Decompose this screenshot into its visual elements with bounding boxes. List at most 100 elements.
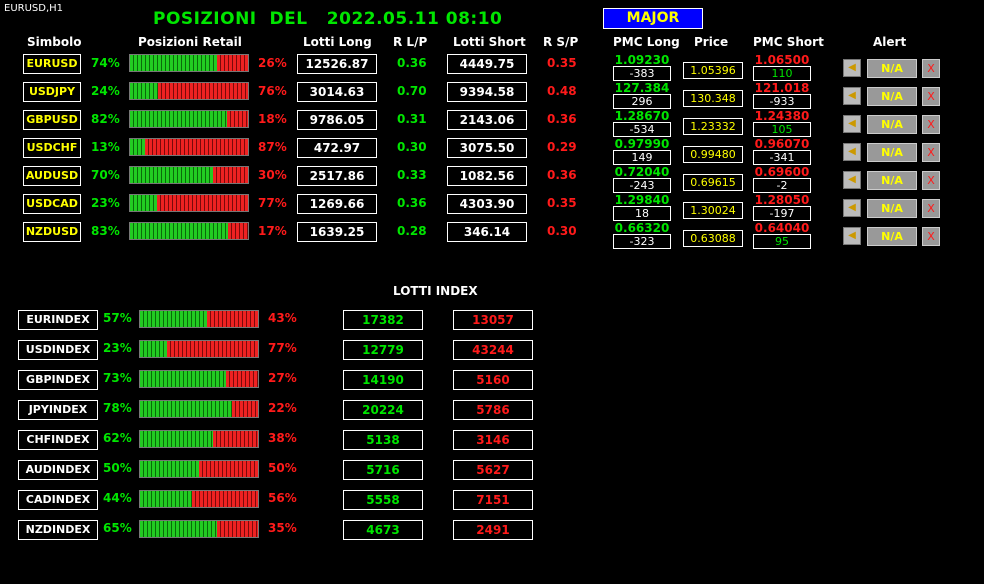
alert-button[interactable]: N/A [867,227,917,246]
symbol-button[interactable]: USDCHF [23,138,81,158]
pmc-long-pips: -323 [613,234,671,249]
pmc-short-pips: -933 [753,94,811,109]
megaphone-icon[interactable]: ◀ [843,59,861,77]
r-sp-value: 0.29 [547,140,577,154]
r-lp-value: 0.70 [397,84,427,98]
long-fill [130,55,218,71]
close-icon[interactable]: X [922,171,940,190]
pmc-short-pips: -2 [753,178,811,193]
index-lotti-short: 7151 [453,490,533,510]
short-fill [191,491,258,507]
lotti-long-value: 9786.05 [297,110,377,130]
index-long-percent: 73% [103,371,132,385]
megaphone-icon[interactable]: ◀ [843,143,861,161]
index-button[interactable]: EURINDEX [18,310,98,330]
close-icon[interactable]: X [922,199,940,218]
alert-button[interactable]: N/A [867,199,917,218]
symbol-button[interactable]: NZDUSD [23,222,81,242]
index-ratio-bar [139,430,259,448]
long-fill [140,491,192,507]
index-lotti-short: 43244 [453,340,533,360]
pmc-short-value: 121.018 [754,81,810,95]
r-sp-value: 0.35 [547,196,577,210]
index-lotti-short: 5627 [453,460,533,480]
price-value: 1.05396 [683,62,743,79]
index-lotti-long: 12779 [343,340,423,360]
index-lotti-long: 4673 [343,520,423,540]
lotti-short-value: 9394.58 [447,82,527,102]
pmc-short-value: 1.28050 [754,193,810,207]
short-percent: 26% [258,56,287,70]
symbol-button[interactable]: GBPUSD [23,110,81,130]
close-icon[interactable]: X [922,59,940,78]
index-long-percent: 23% [103,341,132,355]
header-lotti-long: Lotti Long [303,35,372,49]
lotti-short-value: 3075.50 [447,138,527,158]
major-button[interactable]: MAJOR [603,8,703,29]
r-sp-value: 0.36 [547,168,577,182]
r-sp-value: 0.36 [547,112,577,126]
short-fill [157,195,248,211]
index-button[interactable]: GBPINDEX [18,370,98,390]
long-fill [140,371,227,387]
window-label: EURUSD,H1 [4,3,64,14]
close-icon[interactable]: X [922,87,940,106]
header-price: Price [694,35,729,49]
short-fill [213,431,258,447]
header-pmc-short: PMC Short [753,35,824,49]
megaphone-icon[interactable]: ◀ [843,87,861,105]
lotti-short-value: 4449.75 [447,54,527,74]
close-icon[interactable]: X [922,143,940,162]
short-fill [199,461,258,477]
megaphone-icon[interactable]: ◀ [843,227,861,245]
index-ratio-bar [139,310,259,328]
lotti-short-value: 4303.90 [447,194,527,214]
long-fill [140,461,199,477]
index-button[interactable]: AUDINDEX [18,460,98,480]
long-percent: 13% [91,140,120,154]
index-button[interactable]: NZDINDEX [18,520,98,540]
index-lotti-long: 5716 [343,460,423,480]
header-alert: Alert [873,35,907,49]
lotti-short-value: 2143.06 [447,110,527,130]
price-value: 1.30024 [683,202,743,219]
megaphone-icon[interactable]: ◀ [843,199,861,217]
short-percent: 76% [258,84,287,98]
index-button[interactable]: JPYINDEX [18,400,98,420]
short-percent: 17% [258,224,287,238]
retail-ratio-bar [129,194,249,212]
index-long-percent: 44% [103,491,132,505]
index-button[interactable]: USDINDEX [18,340,98,360]
lotti-long-value: 2517.86 [297,166,377,186]
symbol-button[interactable]: USDCAD [23,194,81,214]
symbol-button[interactable]: EURUSD [23,54,81,74]
symbol-button[interactable]: USDJPY [23,82,81,102]
short-fill [217,55,248,71]
index-short-percent: 77% [268,341,297,355]
lotti-long-value: 12526.87 [297,54,377,74]
index-short-percent: 35% [268,521,297,535]
long-percent: 70% [91,168,120,182]
close-icon[interactable]: X [922,115,940,134]
alert-button[interactable]: N/A [867,59,917,78]
symbol-button[interactable]: AUDUSD [23,166,81,186]
index-ratio-bar [139,490,259,508]
alert-button[interactable]: N/A [867,115,917,134]
megaphone-icon[interactable]: ◀ [843,171,861,189]
alert-button[interactable]: N/A [867,87,917,106]
r-sp-value: 0.48 [547,84,577,98]
index-button[interactable]: CADINDEX [18,490,98,510]
alert-button[interactable]: N/A [867,171,917,190]
long-fill [130,195,158,211]
index-ratio-bar [139,520,259,538]
lotti-short-value: 346.14 [447,222,527,242]
index-button[interactable]: CHFINDEX [18,430,98,450]
close-icon[interactable]: X [922,227,940,246]
megaphone-icon[interactable]: ◀ [843,115,861,133]
alert-button[interactable]: N/A [867,143,917,162]
index-short-percent: 56% [268,491,297,505]
page-title: POSIZIONI DEL 2022.05.11 08:10 [153,9,503,29]
lotti-long-value: 1639.25 [297,222,377,242]
index-ratio-bar [139,460,259,478]
long-fill [130,83,159,99]
